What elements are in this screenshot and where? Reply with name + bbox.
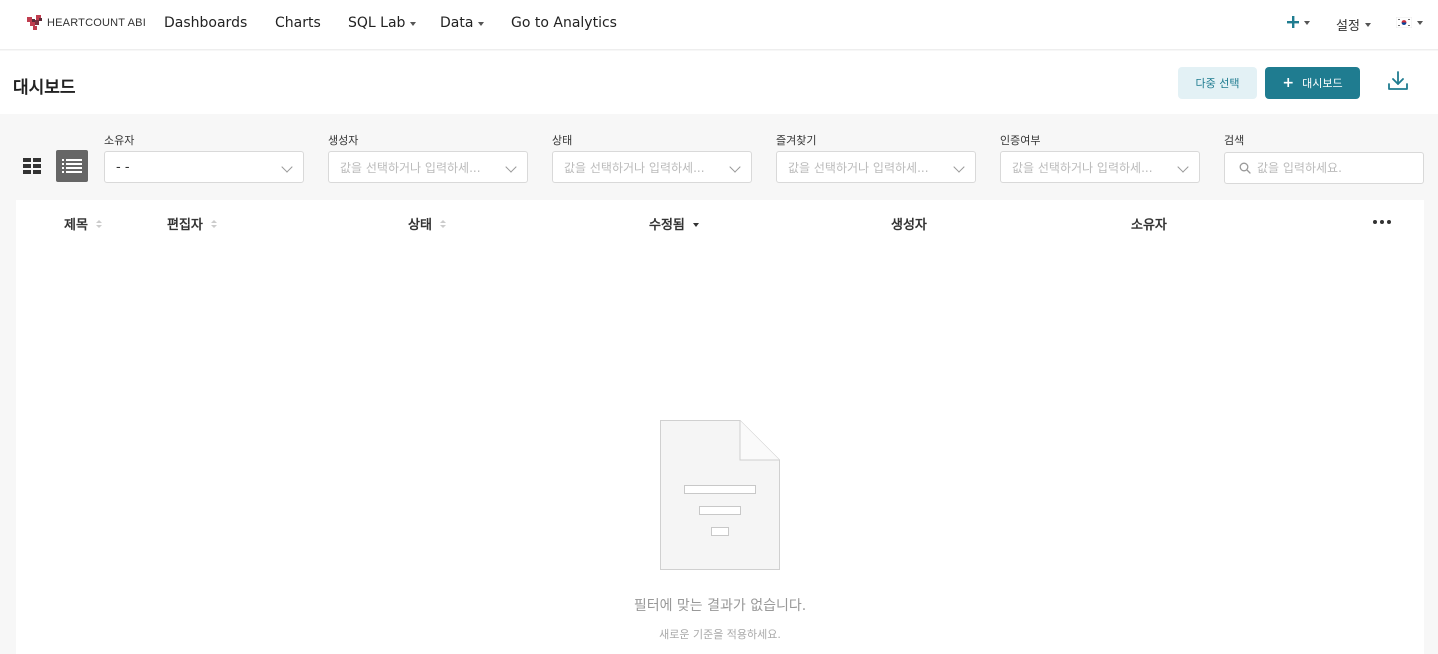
- more-dot-icon: [1387, 220, 1391, 224]
- column-title-label: 제목: [64, 218, 88, 233]
- new-item-menu[interactable]: [1287, 16, 1310, 28]
- status-filter-label: 상태: [552, 134, 573, 147]
- sort-icon: [439, 219, 446, 228]
- certified-filter-placeholder: 값을 선택하거나 입력하세...: [1012, 160, 1153, 175]
- column-header-modified[interactable]: 수정됨: [649, 214, 699, 233]
- column-header-owner: 소유자: [1131, 214, 1167, 233]
- list-view-toggle[interactable]: [56, 150, 88, 182]
- card-view-toggle[interactable]: [16, 150, 48, 182]
- favorite-filter-select[interactable]: 값을 선택하거나 입력하세...: [776, 151, 976, 183]
- nav-dashboards-label: Dashboards: [164, 15, 248, 31]
- column-owner-label: 소유자: [1131, 218, 1167, 233]
- more-options-button[interactable]: [1373, 220, 1391, 224]
- certified-filter-label: 인증여부: [1000, 134, 1041, 147]
- settings-label: 설정: [1336, 19, 1360, 34]
- column-header-editor[interactable]: 편집자: [167, 214, 217, 233]
- creator-filter-select[interactable]: 값을 선택하거나 입력하세...: [328, 151, 528, 183]
- chevron-down-icon: [953, 161, 965, 173]
- grid-icon: [23, 158, 41, 174]
- column-creator-label: 생성자: [891, 218, 927, 233]
- nav-sql-lab-label: SQL Lab: [348, 15, 406, 31]
- status-filter-select[interactable]: 값을 선택하거나 입력하세...: [552, 151, 752, 183]
- empty-document-icon: [660, 420, 780, 570]
- column-editor-label: 편집자: [167, 218, 203, 233]
- search-filter-label: 검색: [1224, 134, 1245, 147]
- nav-data-label: Data: [440, 15, 474, 31]
- caret-down-icon: [1417, 21, 1423, 25]
- page-title: 대시보드: [13, 78, 76, 98]
- column-header-status[interactable]: 상태: [408, 214, 446, 233]
- multi-select-label: 다중 선택: [1195, 77, 1240, 90]
- more-dot-icon: [1380, 220, 1384, 224]
- more-dot-icon: [1373, 220, 1377, 224]
- sort-icon: [210, 219, 217, 228]
- column-status-label: 상태: [408, 218, 432, 233]
- add-dashboard-button[interactable]: + 대시보드: [1265, 67, 1360, 99]
- top-navbar: HEARTCOUNT ABI Dashboards Charts SQL Lab…: [0, 0, 1438, 50]
- download-icon: [1388, 71, 1408, 90]
- list-icon: [62, 159, 82, 173]
- heartcount-logo[interactable]: HEARTCOUNT ABI: [25, 13, 146, 33]
- dashboard-table: 제목 편집자 상태 수정됨 생성자 소유자 필터에 맞는 결과가 없습니다. 새…: [16, 200, 1424, 654]
- column-modified-label: 수정됨: [649, 218, 685, 233]
- owner-filter-label: 소유자: [104, 134, 135, 147]
- settings-menu[interactable]: 설정: [1336, 15, 1371, 34]
- nav-sql-lab[interactable]: SQL Lab: [348, 15, 417, 31]
- column-header-creator: 생성자: [891, 214, 927, 233]
- page-header: 대시보드 다중 선택 + 대시보드: [0, 51, 1438, 114]
- nav-charts[interactable]: Charts: [275, 15, 321, 31]
- download-button[interactable]: [1386, 69, 1410, 93]
- search-box[interactable]: [1224, 152, 1424, 184]
- empty-state-title: 필터에 맞는 결과가 없습니다.: [633, 598, 807, 614]
- caret-down-icon: [1304, 20, 1310, 25]
- add-dashboard-label: 대시보드: [1302, 77, 1343, 90]
- favorite-filter-placeholder: 값을 선택하거나 입력하세...: [788, 160, 929, 175]
- korea-flag-icon: [1396, 17, 1412, 28]
- language-menu[interactable]: [1396, 17, 1423, 28]
- logo-text: HEARTCOUNT ABI: [47, 17, 146, 29]
- multi-select-button[interactable]: 다중 선택: [1178, 67, 1257, 99]
- status-filter-placeholder: 값을 선택하거나 입력하세...: [564, 160, 705, 175]
- nav-go-to-analytics-label: Go to Analytics: [511, 15, 617, 31]
- nav-go-to-analytics[interactable]: Go to Analytics: [511, 15, 617, 31]
- favorite-filter-label: 즐겨찾기: [776, 134, 817, 147]
- plus-icon: [1287, 16, 1299, 28]
- creator-filter-label: 생성자: [328, 134, 359, 147]
- column-header-title[interactable]: 제목: [64, 214, 102, 233]
- certified-filter-select[interactable]: 값을 선택하거나 입력하세...: [1000, 151, 1200, 183]
- chevron-down-icon: [1177, 161, 1189, 173]
- nav-dashboards[interactable]: Dashboards: [164, 15, 247, 31]
- caret-down-icon: [478, 21, 485, 26]
- sort-desc-icon: [692, 222, 699, 227]
- caret-down-icon: [410, 21, 417, 26]
- nav-data[interactable]: Data: [440, 15, 485, 31]
- caret-down-icon: [1364, 23, 1371, 27]
- search-input[interactable]: [1257, 161, 1407, 175]
- owner-filter-value: - -: [116, 159, 130, 175]
- nav-charts-label: Charts: [275, 15, 321, 31]
- chevron-down-icon: [505, 161, 517, 173]
- creator-filter-placeholder: 값을 선택하거나 입력하세...: [340, 160, 481, 175]
- heart-logo-icon: [27, 15, 42, 30]
- sort-icon: [95, 219, 102, 228]
- chevron-down-icon: [281, 161, 293, 173]
- plus-icon: +: [1282, 75, 1295, 91]
- search-icon: [1239, 162, 1251, 174]
- chevron-down-icon: [729, 161, 741, 173]
- empty-state-subtitle: 새로운 기준을 적용하세요.: [659, 628, 781, 641]
- owner-filter-select[interactable]: - -: [104, 151, 304, 183]
